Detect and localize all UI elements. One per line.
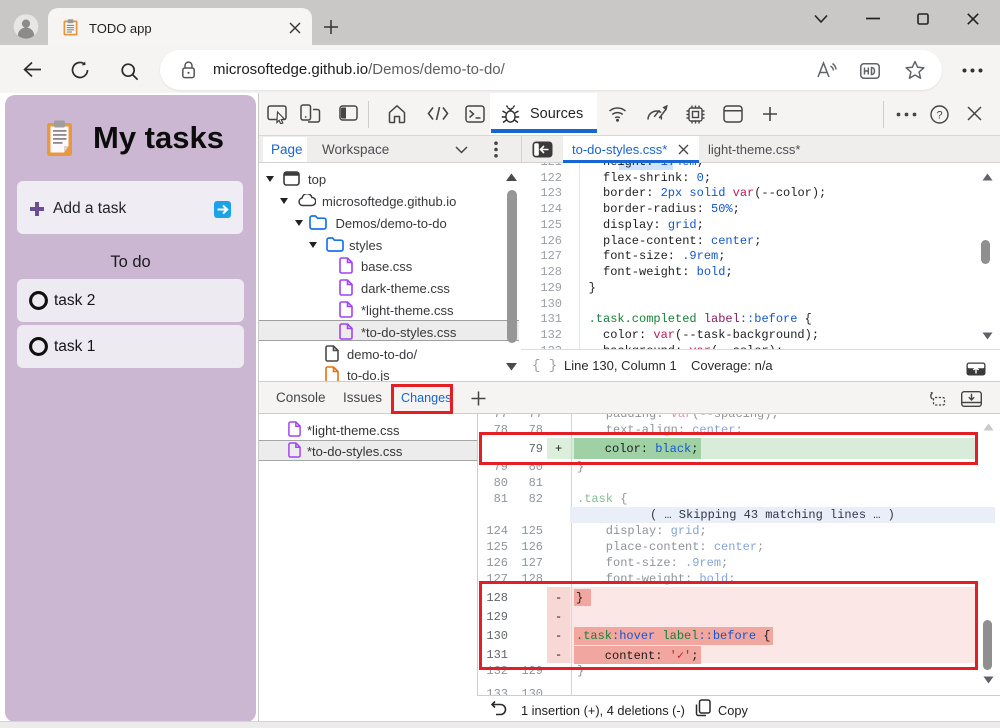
svg-text:?: ? [936, 110, 942, 122]
